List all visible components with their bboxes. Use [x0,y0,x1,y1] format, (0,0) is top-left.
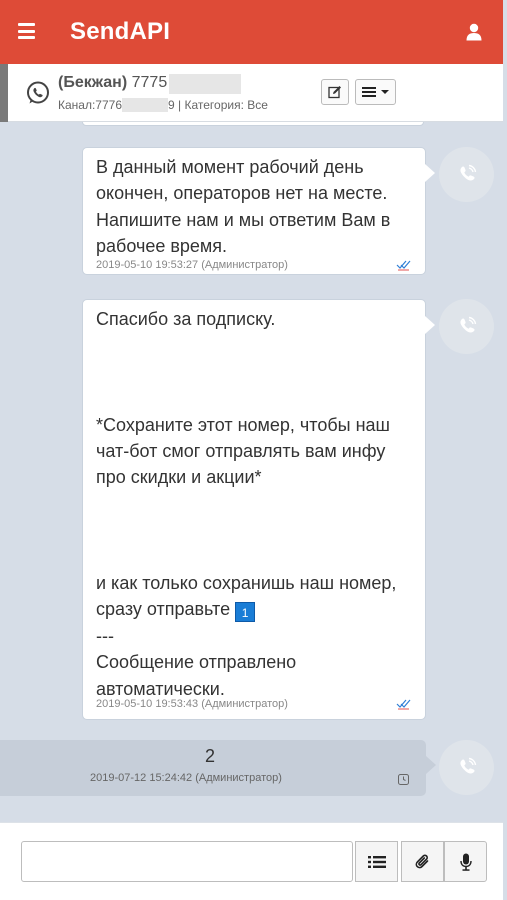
message-input[interactable] [21,841,353,882]
keycap-one-emoji: 1 [235,602,256,623]
message-text: Спасибо за подписку. *Сохраните этот ном… [96,306,414,702]
contact-number: 7775 [131,74,168,91]
message-text: 2 [204,746,215,766]
message-timestamp: 2019-05-10 19:53:27 (Администратор) [96,259,288,271]
phone-icon [459,757,476,774]
phone-avatar [439,299,494,354]
message-text: В данный момент рабочий день окончен, оп… [96,157,396,257]
templates-button[interactable] [355,841,398,882]
list-icon [361,87,376,97]
message-composer [0,822,503,900]
message-timestamp: 2019-07-12 15:24:42 (Администратор) [90,772,282,784]
chat-menu-dropdown[interactable] [355,79,396,105]
contact-prefix: (Бекжан) [58,74,128,91]
phone-icon [459,316,476,333]
incoming-message: В данный момент рабочий день окончен, оп… [82,147,435,275]
chat-header: (Бекжан) 7775 Канал:7776 9 | Категория: В… [0,64,503,122]
message-text-part: --- Сообщение отправлено автоматически. [96,625,297,699]
contact-name: (Бекжан) 7775 [58,74,242,94]
channel-info: Канал:7776 9 | Категория: Все [58,98,268,112]
double-check-icon [396,260,411,271]
phone-icon [459,164,476,181]
microphone-button[interactable] [444,841,487,882]
menu-icon[interactable] [18,23,35,39]
channel-label: Канал:7776 [58,98,122,112]
attach-button[interactable] [401,841,444,882]
phone-avatar [439,147,494,202]
microphone-icon [459,853,472,871]
user-icon[interactable] [466,23,482,41]
outgoing-message: 2 2019-07-12 15:24:42 (Администратор) [0,740,436,796]
message-text-part: Спасибо за подписку. *Сохраните этот ном… [96,309,397,620]
category-label: | Категория: Все [178,98,268,112]
message-list[interactable]: В данный момент рабочий день окончен, оп… [0,122,503,822]
double-check-icon [396,699,411,710]
caret-down-icon [380,90,389,94]
paperclip-icon [415,854,428,868]
incoming-message: Спасибо за подписку. *Сохраните этот ном… [82,299,435,720]
message-timestamp: 2019-05-10 19:53:43 (Администратор) [96,698,288,710]
previous-message-bubble [82,122,424,126]
header-accent-bar [0,64,8,122]
brand-logo[interactable]: SendAPI [70,18,170,46]
channel-tail: 9 [168,98,175,112]
list-icon [367,855,386,868]
redacted-channel [122,98,168,112]
whatsapp-icon [27,81,49,104]
edit-button[interactable] [321,79,349,105]
redacted-number [169,74,242,94]
clock-icon [398,774,409,785]
top-navbar: SendAPI [0,0,503,64]
edit-icon [328,86,341,99]
phone-avatar [439,740,494,795]
